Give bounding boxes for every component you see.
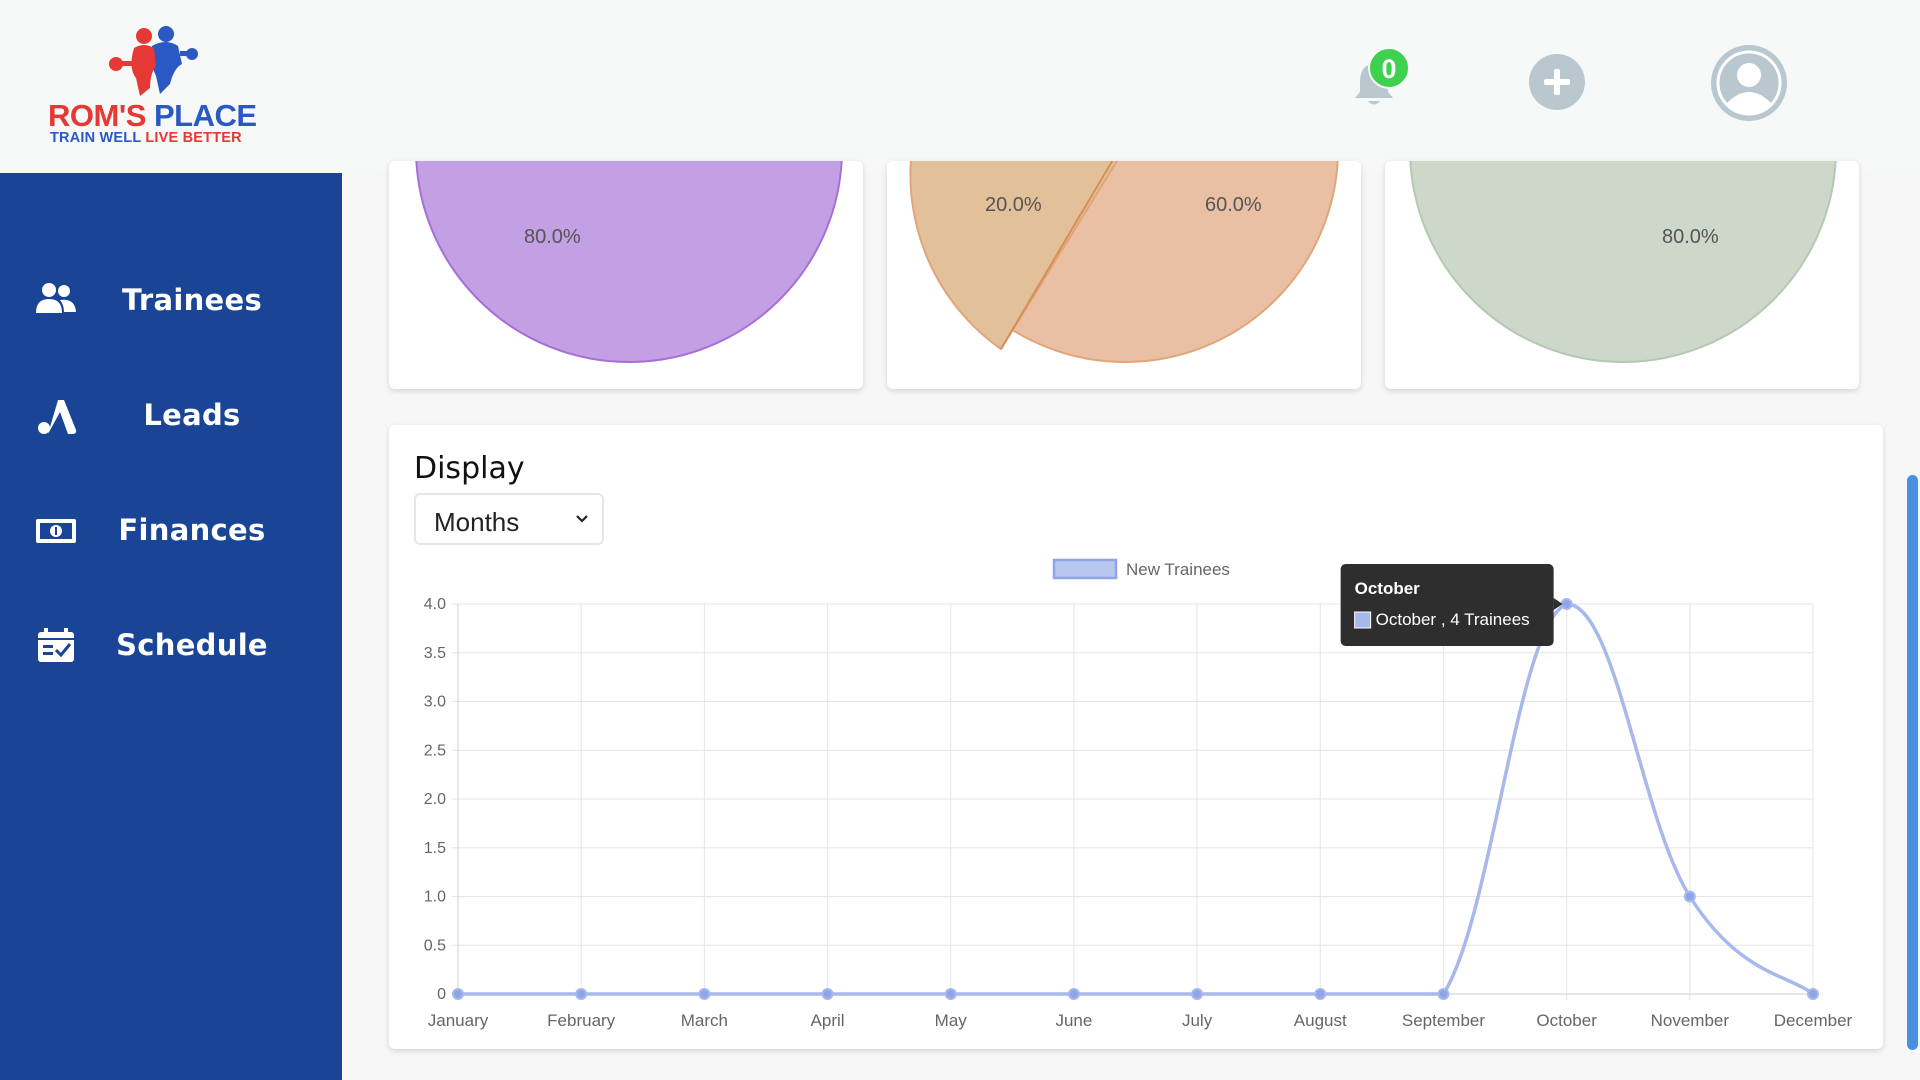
sidebar-item-leads[interactable]: Leads (0, 380, 342, 460)
users-icon (36, 283, 76, 313)
data-point[interactable] (698, 988, 711, 1000)
user-avatar-icon (1716, 50, 1782, 116)
plus-icon (1544, 69, 1570, 95)
pie-card-2: 20.0% 60.0% (887, 161, 1361, 389)
brand-tagline: TRAIN WELL LIVE BETTER (50, 130, 242, 146)
leads-icon (38, 400, 77, 434)
chart-card: Display Months 0 0.5 1.0 1.5 2.0 2.5 3.0 3.5 4.0… (389, 425, 1883, 1049)
pie-chart-3 (1409, 161, 1837, 363)
pie-chart-2 (909, 161, 1339, 363)
sidebar-item-trainees[interactable]: Trainees (0, 265, 342, 345)
pie-card-3: 80.0% (1385, 161, 1859, 389)
sidebar-item-label: Schedule (116, 628, 268, 662)
pie-slice-label: 60.0% (1205, 194, 1262, 216)
x-tick-label: September (1402, 1011, 1485, 1030)
data-point[interactable] (452, 988, 464, 1000)
x-tick-label: February (547, 1011, 616, 1030)
add-button[interactable] (1529, 54, 1585, 110)
data-point[interactable] (1314, 988, 1327, 1000)
brand-name: ROM'S PLACE (48, 98, 257, 133)
pie-slice[interactable] (1409, 161, 1837, 363)
y-tick-label: 1.0 (424, 889, 446, 906)
data-point[interactable] (1807, 988, 1819, 1000)
y-tick-label: 2.0 (424, 791, 446, 808)
data-point[interactable] (575, 988, 588, 1000)
x-tick-label: August (1294, 1011, 1347, 1030)
sidebar-item-label: Trainees (121, 283, 263, 317)
tooltip-title: October (1355, 579, 1421, 598)
data-point[interactable] (1191, 988, 1204, 1000)
top-bar: ROM'S PLACE TRAIN WELL LIVE BETTER 0 (0, 0, 1920, 173)
sidebar: Trainees Leads Finances Schedule (0, 173, 342, 1080)
notification-count-badge: 0 (1368, 47, 1410, 89)
x-tick-label: October (1536, 1011, 1597, 1030)
legend-swatch (1052, 558, 1118, 580)
y-tick-label: 0 (437, 986, 446, 1003)
dashboard-content: 80.0% 20.0% 60.0% 80.0% Display Months 0… (342, 161, 1920, 1080)
pie-chart-1 (415, 161, 843, 363)
tooltip-swatch (1354, 611, 1372, 629)
y-tick-label: 4.0 (424, 596, 446, 613)
money-icon (36, 519, 76, 543)
data-point[interactable] (1437, 988, 1450, 1000)
sidebar-item-finances[interactable]: Finances (0, 495, 342, 575)
calendar-check-icon (38, 628, 74, 662)
data-point[interactable] (1560, 598, 1573, 610)
pie-slice-label: 80.0% (1662, 226, 1719, 248)
user-avatar[interactable] (1711, 45, 1787, 121)
legend-label[interactable]: New Trainees (1126, 560, 1230, 579)
sidebar-item-schedule[interactable]: Schedule (0, 610, 342, 690)
data-point[interactable] (944, 988, 957, 1000)
pie-slice-label: 80.0% (524, 226, 581, 248)
sidebar-item-label: Leads (143, 398, 241, 432)
x-tick-label: May (935, 1011, 968, 1030)
x-tick-label: June (1055, 1011, 1092, 1030)
y-tick-label: 0.5 (424, 937, 446, 954)
y-tick-label: 2.5 (424, 742, 446, 759)
y-tick-label: 1.5 (424, 840, 446, 857)
data-point[interactable] (1067, 988, 1080, 1000)
pie-card-1: 80.0% (389, 161, 863, 389)
scrollbar-thumb[interactable] (1907, 475, 1918, 1050)
x-tick-label: July (1182, 1011, 1213, 1030)
x-tick-label: December (1774, 1011, 1853, 1030)
x-tick-label: March (681, 1011, 728, 1030)
y-tick-label: 3.0 (424, 694, 446, 711)
pie-slice[interactable] (415, 161, 843, 363)
pie-slice-label: 20.0% (985, 194, 1042, 216)
brand-logo[interactable]: ROM'S PLACE TRAIN WELL LIVE BETTER (44, 24, 257, 154)
sidebar-item-label: Finances (118, 513, 266, 547)
tooltip-box (1340, 564, 1554, 646)
line-chart: 0 0.5 1.0 1.5 2.0 2.5 3.0 3.5 4.0 January February… (424, 558, 1853, 1030)
x-tick-label: November (1651, 1011, 1730, 1030)
y-tick-label: 3.5 (424, 645, 446, 662)
x-tick-label: January (428, 1011, 489, 1030)
tooltip-body: October , 4 Trainees (1376, 610, 1530, 629)
data-point[interactable] (821, 988, 834, 1000)
data-point[interactable] (1683, 890, 1696, 903)
athletes-logo-icon (109, 26, 198, 96)
x-tick-label: April (811, 1011, 845, 1030)
